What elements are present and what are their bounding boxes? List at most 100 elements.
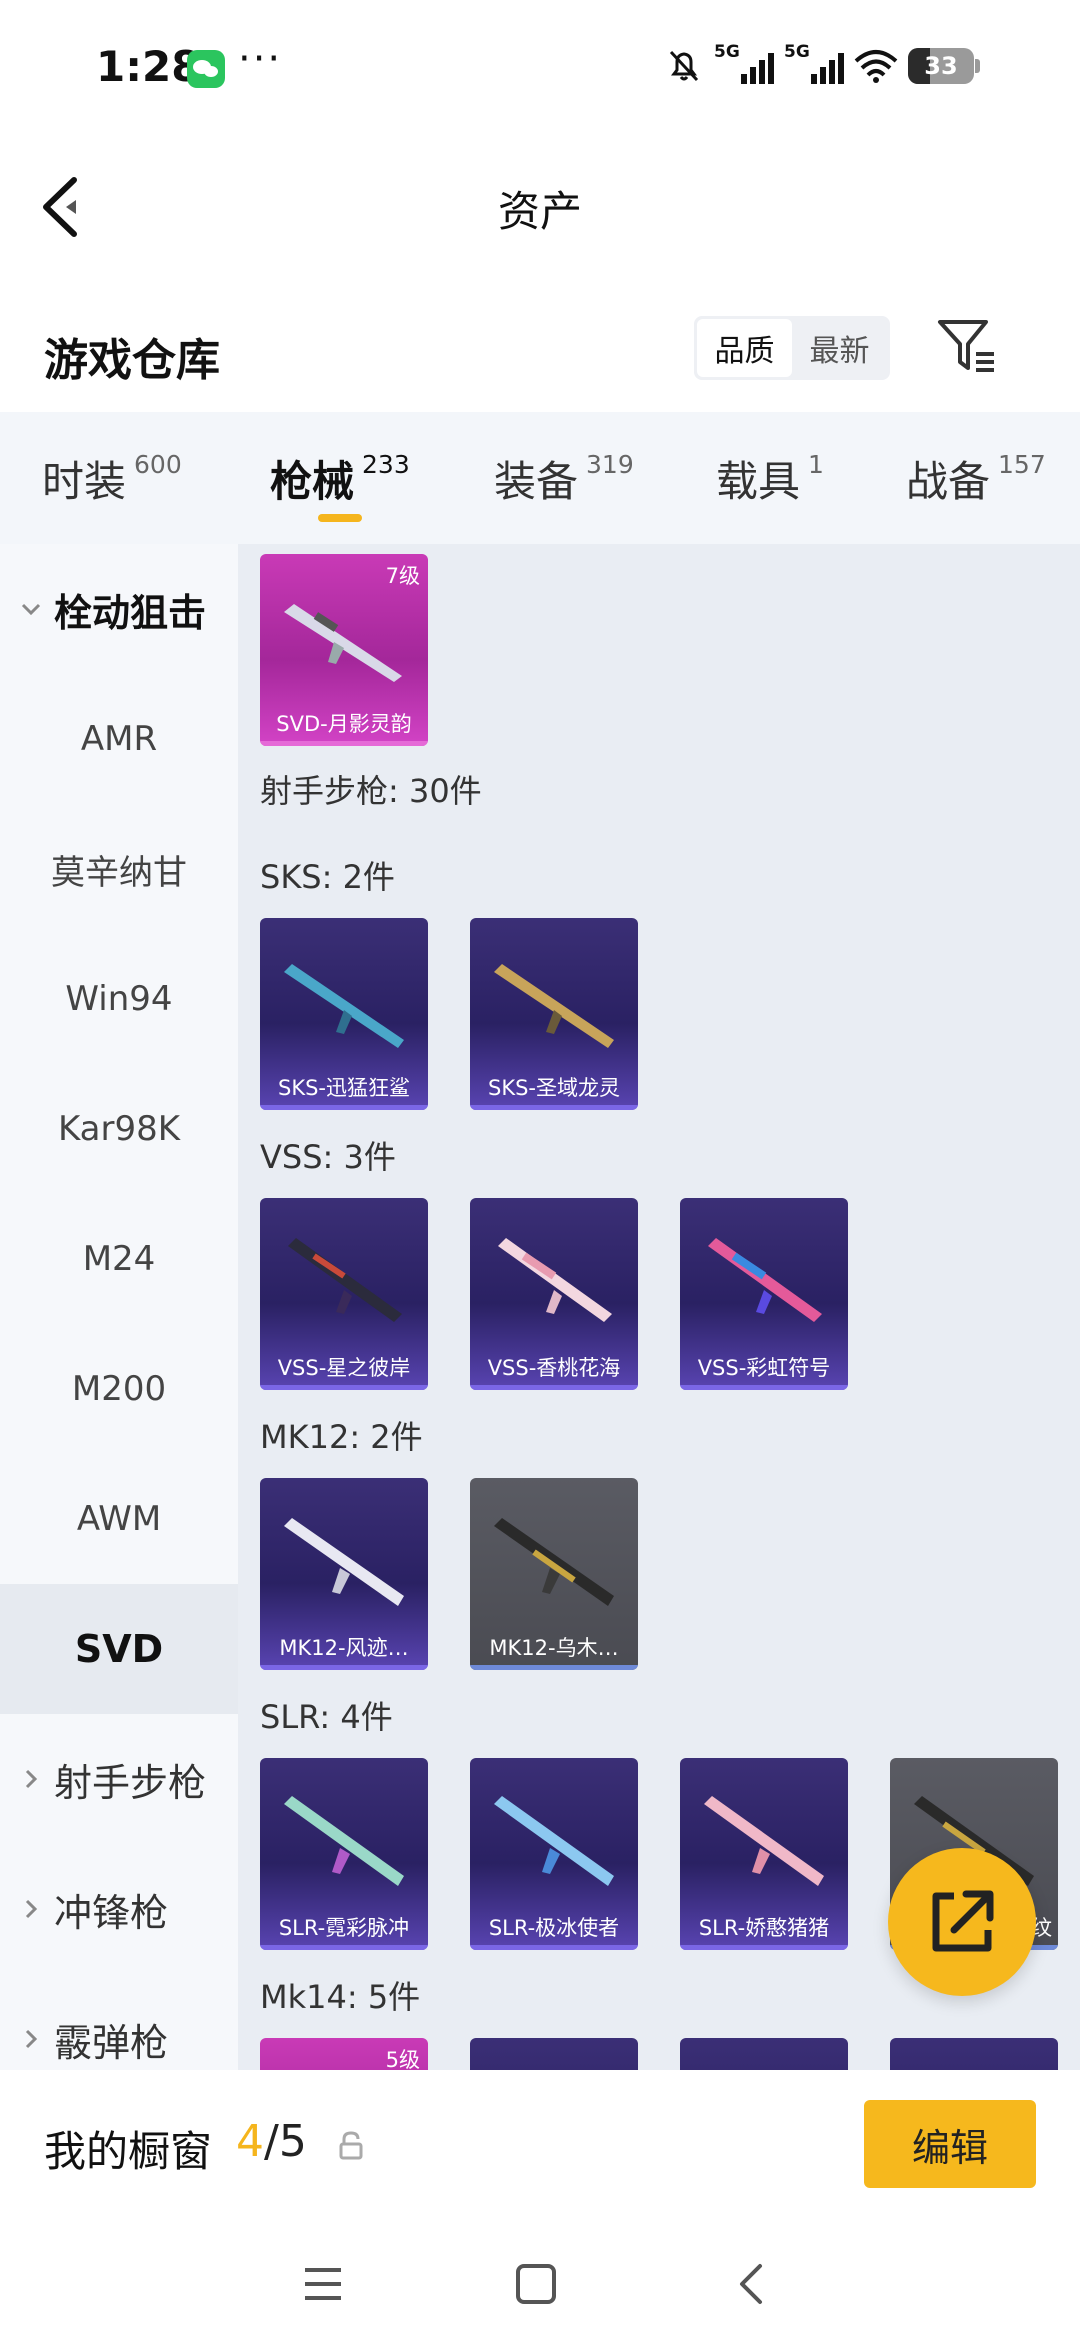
- sidebar-group-label: 霰弹枪: [54, 2020, 169, 2065]
- weapon-card[interactable]: 5级: [260, 2038, 428, 2070]
- weapon-card[interactable]: SKS-圣域龙灵: [470, 918, 638, 1110]
- weapon-card[interactable]: VSS-彩虹符号: [680, 1198, 848, 1390]
- network-type-1: 5G: [714, 42, 740, 62]
- weapon-card[interactable]: [680, 2038, 848, 2070]
- weapon-card-svd[interactable]: 7级 SVD-月影灵韵: [260, 554, 428, 746]
- chevron-right-icon: [25, 1769, 38, 1789]
- network-type-2: 5G: [784, 42, 810, 62]
- section-label-mk12: MK12: 2件: [260, 1418, 423, 1456]
- sidebar-item-m24[interactable]: M24: [0, 1194, 238, 1324]
- weapon-card[interactable]: SLR-娇憨猪猪: [680, 1758, 848, 1950]
- wechat-notification-icon: [187, 50, 225, 88]
- rifle-icon: [284, 1518, 404, 1606]
- weapon-card[interactable]: SKS-迅猛狂鲨: [260, 918, 428, 1110]
- sidebar-item-svd[interactable]: SVD: [0, 1584, 238, 1714]
- tab-label: 战备: [906, 457, 991, 506]
- weapon-card[interactable]: MK12-乌木…: [470, 1478, 638, 1670]
- tab-label: 时装: [42, 457, 127, 506]
- signal-5g-1-icon: 5G: [714, 42, 774, 86]
- tab-supplies[interactable]: 战备 157: [906, 448, 1046, 509]
- rifle-icon: [708, 1238, 822, 1322]
- tab-label: 枪械: [270, 457, 355, 506]
- weapon-name: SLR-娇憨猪猪: [698, 1916, 830, 1940]
- status-bar: 1:28 ··· 5G 5G 33: [0, 0, 1080, 130]
- sidebar-item-label: 莫辛纳甘: [51, 852, 187, 893]
- section-summary: 射手步枪: 30件: [260, 772, 482, 810]
- weapon-level: 7级: [385, 564, 420, 588]
- weapon-card[interactable]: VSS-星之彼岸: [260, 1198, 428, 1390]
- weapon-card[interactable]: VSS-香桃花海: [470, 1198, 638, 1390]
- menu-icon[interactable]: [293, 2254, 353, 2314]
- rarity-bar: [470, 1945, 638, 1950]
- sort-newest-button[interactable]: 最新: [792, 319, 887, 377]
- rifle-icon: [494, 964, 614, 1048]
- rarity-bar: [470, 1105, 638, 1110]
- mute-bell-icon: [669, 50, 699, 82]
- more-notifications-icon: ···: [238, 36, 283, 82]
- system-nav-bar: [0, 2220, 1080, 2347]
- battery-level: 33: [924, 52, 958, 80]
- weapon-name: SLR-霓彩脉冲: [278, 1916, 410, 1940]
- rifle-icon: [288, 1238, 402, 1322]
- sidebar-item-mosin[interactable]: 莫辛纳甘: [0, 804, 238, 934]
- sidebar-item-win94[interactable]: Win94: [0, 934, 238, 1064]
- rarity-bar: [260, 741, 428, 746]
- sidebar-group-bolt-action[interactable]: 栓动狙击: [0, 544, 238, 674]
- weapon-card[interactable]: [470, 2038, 638, 2070]
- sidebar-item-label: AMR: [80, 719, 158, 759]
- tab-equipment[interactable]: 装备 319: [494, 448, 634, 509]
- weapon-name: MK12-乌木…: [489, 1636, 619, 1660]
- showcase-title: 我的橱窗: [44, 2127, 213, 2176]
- tab-count: 600: [134, 450, 182, 479]
- rarity-bar: [680, 1945, 848, 1950]
- share-external-icon: [932, 1890, 994, 1952]
- rifle-icon: [704, 1796, 824, 1886]
- back-icon[interactable]: [722, 2254, 782, 2314]
- weapon-name: VSS-彩虹符号: [697, 1356, 831, 1380]
- sidebar-item-label: Win94: [65, 979, 173, 1019]
- weapon-card[interactable]: MK12-风迹…: [260, 1478, 428, 1670]
- status-icons: 5G 5G 33: [664, 42, 980, 86]
- sidebar-group-label: 栓动狙击: [54, 590, 207, 635]
- home-icon[interactable]: [506, 2254, 566, 2314]
- sidebar-item-label: M24: [82, 1239, 156, 1279]
- sidebar-item-label: M200: [71, 1369, 167, 1409]
- rarity-bar: [260, 1945, 428, 1950]
- showcase-total: /5: [264, 2116, 307, 2167]
- sidebar-item-kar98k[interactable]: Kar98K: [0, 1064, 238, 1194]
- page: 1:28 ··· 5G 5G 33 资产 游戏仓库 品质 最新 时装 600 枪…: [0, 0, 1080, 2347]
- tab-count: 233: [362, 450, 410, 479]
- edit-button[interactable]: 编辑: [864, 2100, 1036, 2188]
- sidebar-item-label: AWM: [76, 1499, 162, 1539]
- sidebar-group-label: 冲锋枪: [54, 1890, 169, 1935]
- rarity-bar: [260, 1665, 428, 1670]
- section-label-vss: VSS: 3件: [260, 1138, 396, 1176]
- rarity-bar: [680, 1385, 848, 1390]
- tab-firearms[interactable]: 枪械 233: [270, 448, 410, 509]
- sidebar-item-amr[interactable]: AMR: [0, 674, 238, 804]
- sidebar-item-m200[interactable]: M200: [0, 1324, 238, 1454]
- weapon-name: SKS-迅猛狂鲨: [277, 1076, 410, 1100]
- weapon-card[interactable]: SLR-霓彩脉冲: [260, 1758, 428, 1950]
- tab-fashion[interactable]: 时装 600: [42, 448, 182, 509]
- active-tab-indicator: [318, 514, 362, 522]
- weapon-name: MK12-风迹…: [279, 1636, 409, 1660]
- rarity-bar: [470, 1385, 638, 1390]
- sidebar-group-shotgun[interactable]: 霰弹枪: [0, 1974, 238, 2070]
- rifle-icon: [284, 1796, 404, 1886]
- sidebar-group-smg[interactable]: 冲锋枪: [0, 1844, 238, 1974]
- sort-quality-button[interactable]: 品质: [697, 319, 792, 377]
- weapon-card[interactable]: SLR-极冰使者: [470, 1758, 638, 1950]
- showcase-bar: 我的橱窗 4/5 编辑: [0, 2070, 1080, 2220]
- tab-vehicles[interactable]: 载具 1: [716, 448, 824, 509]
- weapon-name: SLR-极冰使者: [488, 1916, 620, 1940]
- rarity-bar: [260, 1385, 428, 1390]
- sidebar-group-dmr[interactable]: 射手步枪: [0, 1714, 238, 1844]
- sidebar-item-awm[interactable]: AWM: [0, 1454, 238, 1584]
- tab-label: 装备: [494, 457, 579, 506]
- chevron-right-icon: [25, 2029, 38, 2049]
- weapon-card[interactable]: [890, 2038, 1058, 2070]
- rarity-bar: [470, 1665, 638, 1670]
- filter-icon[interactable]: [936, 314, 998, 378]
- share-button[interactable]: [888, 1848, 1036, 1996]
